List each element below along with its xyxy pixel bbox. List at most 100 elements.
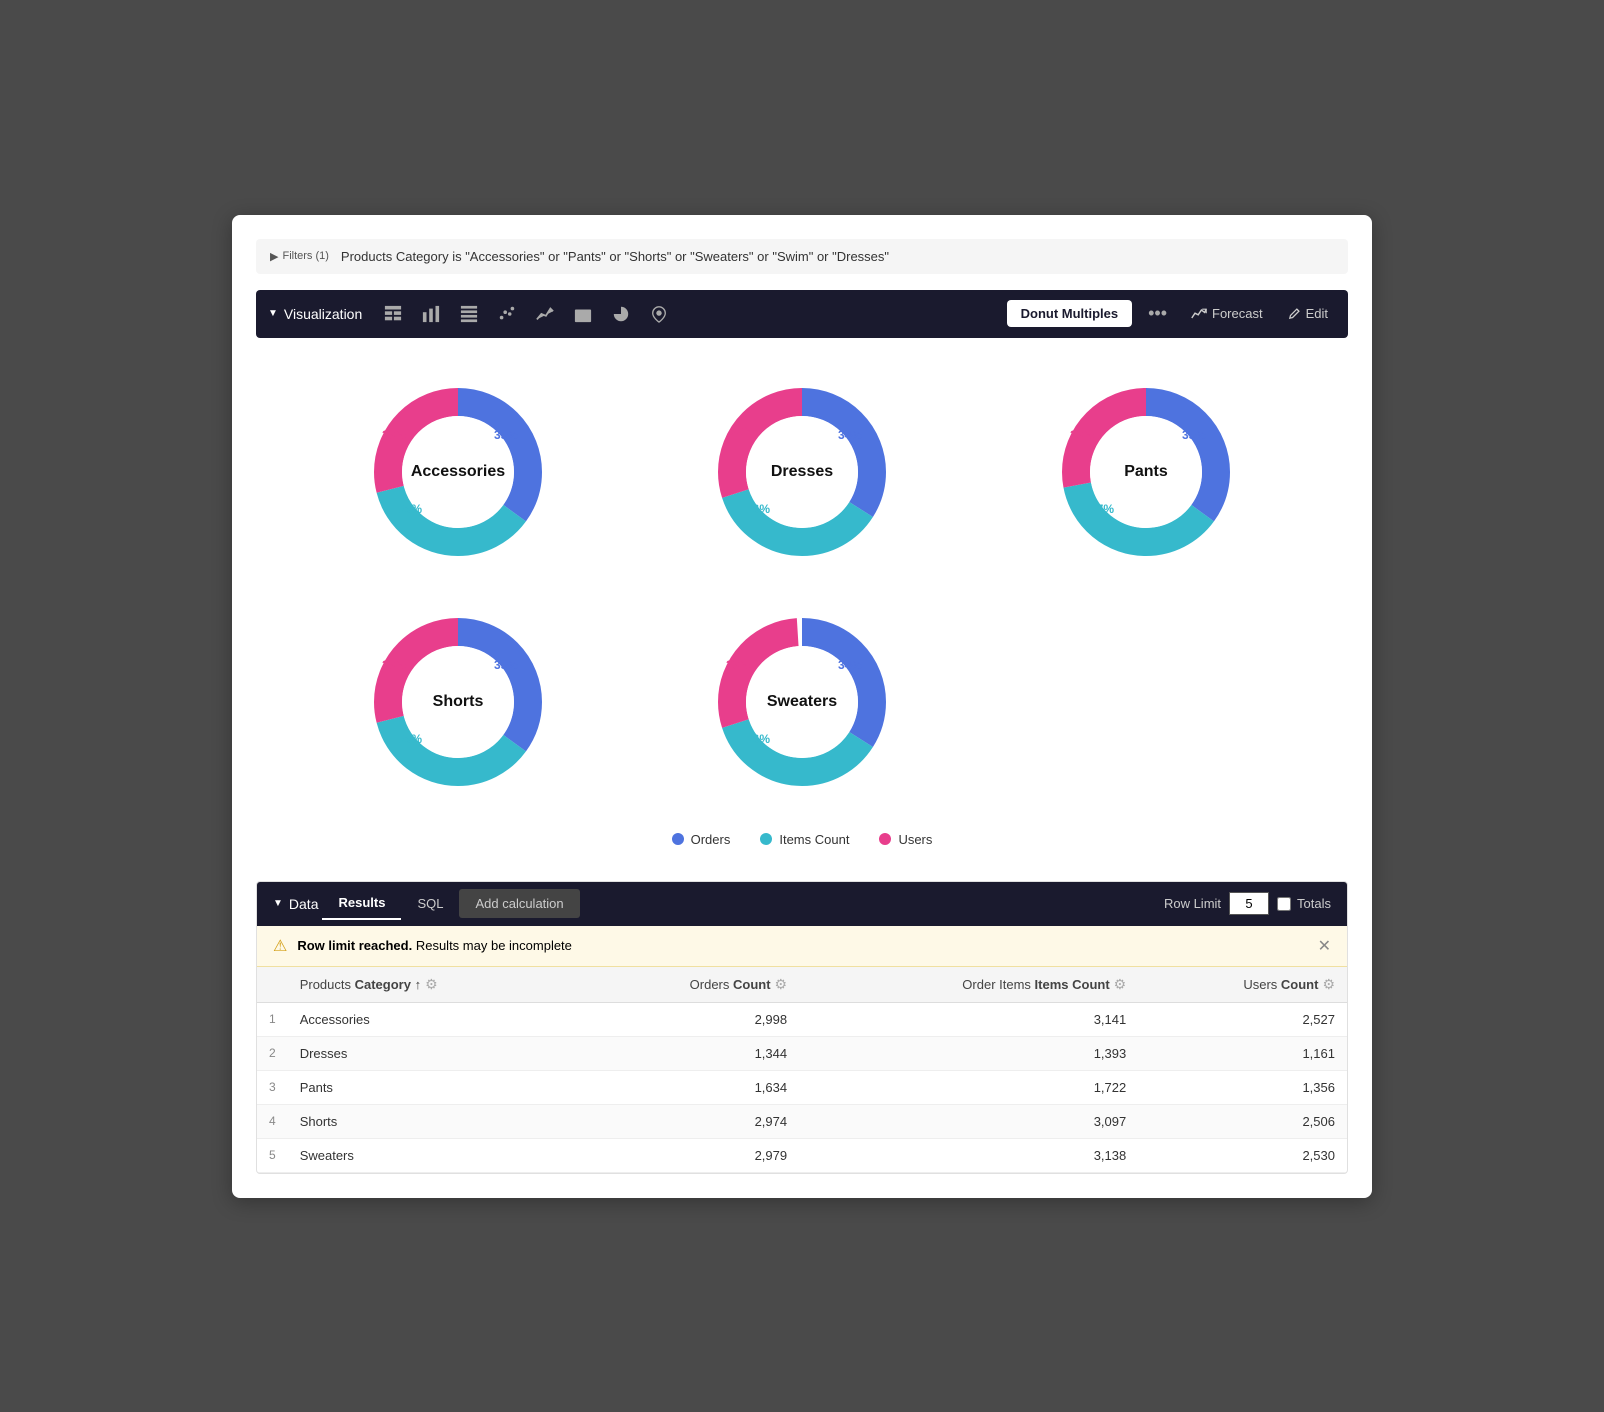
- line-chart-icon[interactable]: [530, 299, 560, 329]
- pivot-icon[interactable]: [454, 299, 484, 329]
- pants-users-pct: 29%: [1070, 428, 1094, 442]
- cell-category: Accessories: [288, 1002, 580, 1036]
- sweaters-orders-pct: 34%: [838, 658, 862, 672]
- filter-label: Filters (1): [282, 250, 328, 262]
- th-orders-text: Orders Count: [690, 977, 771, 992]
- more-options-icon[interactable]: •••: [1140, 299, 1175, 328]
- cell-users: 2,530: [1138, 1138, 1347, 1172]
- legend-items-dot: [760, 833, 772, 845]
- donut-dresses: Dresses 34% 36% 30%: [702, 372, 902, 572]
- category-gear-icon[interactable]: ⚙: [425, 976, 438, 993]
- viz-label: ▼ Visualization: [268, 306, 362, 322]
- cell-items: 3,138: [799, 1138, 1138, 1172]
- donut-dresses-label: Dresses: [771, 463, 833, 481]
- cell-orders: 2,974: [580, 1104, 799, 1138]
- th-items-text: Order Items Items Count: [962, 977, 1109, 992]
- map-icon[interactable]: [644, 299, 674, 329]
- legend-orders-label: Orders: [691, 832, 731, 847]
- sweaters-items-pct: 36%: [746, 732, 770, 746]
- table-row: 2 Dresses 1,344 1,393 1,161: [257, 1036, 1347, 1070]
- filter-bar: ▶ Filters (1) Products Category is "Acce…: [256, 239, 1348, 274]
- th-items: Order Items Items Count ⚙: [799, 967, 1138, 1003]
- cell-items: 3,097: [799, 1104, 1138, 1138]
- row-limit-label: Row Limit: [1164, 896, 1221, 911]
- pie-chart-icon[interactable]: [606, 299, 636, 329]
- table-row: 4 Shorts 2,974 3,097 2,506: [257, 1104, 1347, 1138]
- scatter-icon[interactable]: [492, 299, 522, 329]
- table-header-row: Products Category ↑ ⚙ Orders Count ⚙ Ord…: [257, 967, 1347, 1003]
- data-table: Products Category ↑ ⚙ Orders Count ⚙ Ord…: [257, 967, 1347, 1173]
- results-tab[interactable]: Results: [322, 887, 401, 920]
- chart-accessories: Accessories 35% 36% 29%: [296, 372, 620, 572]
- cell-category: Shorts: [288, 1104, 580, 1138]
- edit-button[interactable]: Edit: [1279, 302, 1336, 325]
- cell-row-num: 3: [257, 1070, 288, 1104]
- donut-shorts-label: Shorts: [433, 693, 484, 711]
- add-calculation-button[interactable]: Add calculation: [459, 889, 579, 918]
- totals-checkbox[interactable]: [1277, 897, 1291, 911]
- bar-chart-icon[interactable]: [416, 299, 446, 329]
- totals-label: Totals: [1277, 896, 1331, 911]
- cell-category: Dresses: [288, 1036, 580, 1070]
- cell-row-num: 1: [257, 1002, 288, 1036]
- dresses-items-pct: 36%: [746, 502, 770, 516]
- sql-tab[interactable]: SQL: [401, 888, 459, 919]
- sweaters-users-pct: 29%: [726, 658, 750, 672]
- warning-close-icon[interactable]: ✕: [1318, 936, 1331, 956]
- orders-gear-icon[interactable]: ⚙: [775, 976, 788, 993]
- dresses-orders-pct: 34%: [838, 428, 862, 442]
- donut-sweaters: Sweaters 34% 36% 29%: [702, 602, 902, 802]
- dresses-users-pct: 30%: [730, 424, 754, 438]
- data-label: ▼ Data: [273, 896, 318, 912]
- cell-orders: 1,344: [580, 1036, 799, 1070]
- items-gear-icon[interactable]: ⚙: [1114, 976, 1127, 993]
- cell-items: 1,393: [799, 1036, 1138, 1070]
- pants-items-pct: 37%: [1090, 502, 1114, 516]
- donut-accessories-label: Accessories: [411, 463, 505, 481]
- legend-orders-dot: [672, 833, 684, 845]
- table-row: 1 Accessories 2,998 3,141 2,527: [257, 1002, 1347, 1036]
- cell-users: 2,527: [1138, 1002, 1347, 1036]
- warning-bold: Row limit reached. Results may be incomp…: [297, 938, 572, 953]
- shorts-users-pct: 29%: [382, 658, 406, 672]
- donut-shorts: Shorts 35% 36% 29%: [358, 602, 558, 802]
- cell-orders: 2,998: [580, 1002, 799, 1036]
- data-chevron-icon: ▼: [273, 898, 283, 909]
- cell-users: 1,356: [1138, 1070, 1347, 1104]
- forecast-button[interactable]: Forecast: [1183, 302, 1271, 326]
- cell-users: 1,161: [1138, 1036, 1347, 1070]
- shorts-orders-pct: 35%: [494, 658, 518, 672]
- accessories-orders-pct: 35%: [494, 428, 518, 442]
- donut-multiples-button[interactable]: Donut Multiples: [1007, 300, 1133, 327]
- legend-items: Items Count: [760, 832, 849, 847]
- users-gear-icon[interactable]: ⚙: [1322, 976, 1335, 993]
- chart-legend: Orders Items Count Users: [296, 832, 1308, 847]
- data-panel: ▼ Data Results SQL Add calculation Row L…: [256, 881, 1348, 1174]
- legend-users: Users: [879, 832, 932, 847]
- cell-category: Pants: [288, 1070, 580, 1104]
- charts-area: Accessories 35% 36% 29% Dresses: [256, 362, 1348, 881]
- cell-orders: 2,979: [580, 1138, 799, 1172]
- chevron-right-icon: ▶: [270, 250, 278, 263]
- warning-bar: ⚠ Row limit reached. Results may be inco…: [257, 926, 1347, 967]
- row-limit-input[interactable]: [1229, 892, 1269, 915]
- cell-row-num: 5: [257, 1138, 288, 1172]
- warning-icon: ⚠: [273, 936, 287, 956]
- cell-orders: 1,634: [580, 1070, 799, 1104]
- donut-accessories: Accessories 35% 36% 29%: [358, 372, 558, 572]
- charts-row-1: Accessories 35% 36% 29% Dresses: [296, 372, 1308, 572]
- cell-items: 3,141: [799, 1002, 1138, 1036]
- cell-items: 1,722: [799, 1070, 1138, 1104]
- donut-sweaters-label: Sweaters: [767, 693, 837, 711]
- chart-dresses: Dresses 34% 36% 30%: [640, 372, 964, 572]
- donut-pants-label: Pants: [1124, 463, 1168, 481]
- table-view-icon[interactable]: [378, 299, 408, 329]
- filter-toggle[interactable]: ▶ Filters (1): [270, 250, 329, 263]
- pants-orders-pct: 35%: [1182, 428, 1206, 442]
- th-category-text: Products Category ↑: [300, 977, 421, 992]
- cell-row-num: 4: [257, 1104, 288, 1138]
- area-chart-icon[interactable]: [568, 299, 598, 329]
- chevron-down-icon: ▼: [268, 308, 278, 319]
- legend-users-label: Users: [898, 832, 932, 847]
- donut-pants: Pants 35% 37% 29%: [1046, 372, 1246, 572]
